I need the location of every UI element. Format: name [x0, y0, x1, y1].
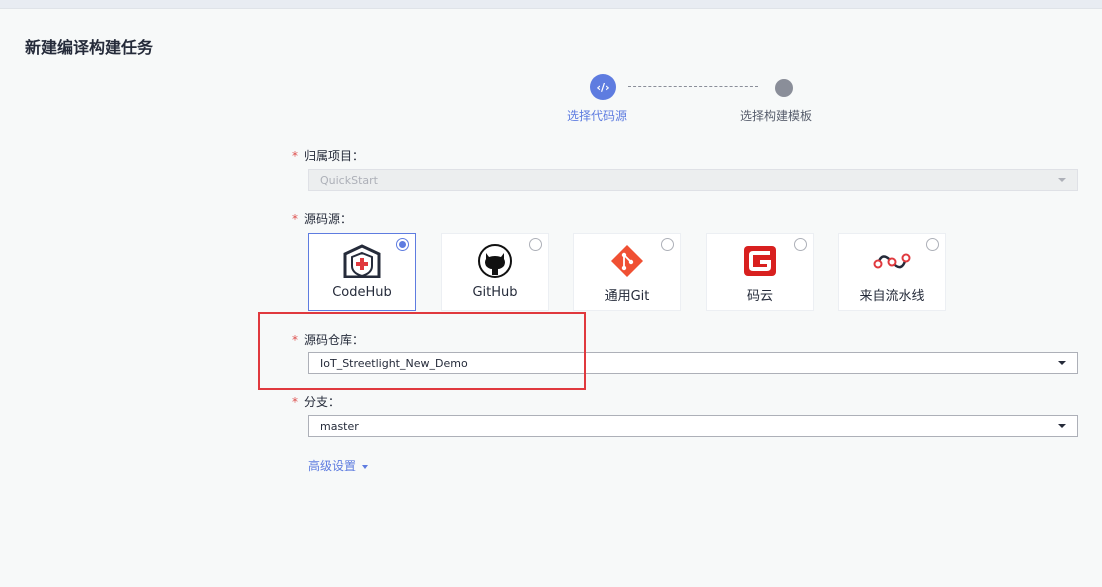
source-label: * 源码源： — [292, 210, 352, 227]
source-label-text: 源码源： — [304, 212, 353, 226]
source-option-name: 通用Git — [604, 289, 650, 304]
branch-select[interactable]: master — [308, 415, 1078, 437]
highlight-annotation — [258, 312, 586, 390]
chevron-down-icon — [1058, 361, 1066, 365]
top-bar — [0, 0, 1102, 9]
radio-button[interactable] — [794, 238, 807, 251]
advanced-settings-toggle[interactable]: 高级设置 — [308, 457, 369, 474]
project-select[interactable]: QuickStart — [308, 169, 1078, 191]
source-option-github[interactable]: GitHub — [441, 233, 549, 311]
source-option-name: 码云 — [746, 289, 773, 304]
chevron-down-icon — [1058, 178, 1066, 182]
radio-button[interactable] — [926, 238, 939, 251]
branch-label: * 分支： — [292, 393, 340, 410]
radio-button[interactable] — [529, 238, 542, 251]
project-select-value: QuickStart — [320, 173, 378, 187]
step-label-select-template: 选择构建模板 — [740, 109, 813, 123]
radio-button[interactable] — [661, 238, 674, 251]
source-option-git[interactable]: 通用Git — [573, 233, 681, 311]
pipeline-icon — [873, 253, 911, 269]
required-mark: * — [292, 149, 298, 163]
source-option-name: GitHub — [472, 285, 518, 300]
source-option-gitee[interactable]: 码云 — [706, 233, 814, 311]
codehub-icon — [343, 244, 381, 278]
source-option-pipeline[interactable]: 来自流水线 — [838, 233, 946, 311]
required-mark: * — [292, 212, 298, 226]
source-option-codehub[interactable]: CodeHub — [308, 233, 416, 311]
gitee-icon — [744, 246, 776, 276]
source-option-name: 来自流水线 — [859, 289, 925, 304]
page-title: 新建编译构建任务 — [25, 38, 154, 57]
required-mark: * — [292, 395, 298, 409]
advanced-settings-label: 高级设置 — [308, 459, 357, 473]
step-connector — [628, 86, 758, 87]
step-dot — [775, 79, 793, 97]
radio-button[interactable] — [396, 238, 409, 251]
branch-label-text: 分支： — [304, 395, 341, 409]
chevron-down-icon — [1058, 424, 1066, 428]
step-label-select-source: 选择代码源 — [567, 109, 628, 123]
chevron-down-icon — [362, 464, 369, 469]
code-icon: ‹/› — [590, 74, 616, 100]
git-icon — [611, 245, 643, 277]
github-icon — [478, 244, 512, 278]
source-option-name: CodeHub — [332, 285, 392, 300]
project-label-text: 归属项目： — [304, 149, 365, 163]
branch-select-value: master — [320, 419, 359, 433]
project-label: * 归属项目： — [292, 147, 364, 164]
